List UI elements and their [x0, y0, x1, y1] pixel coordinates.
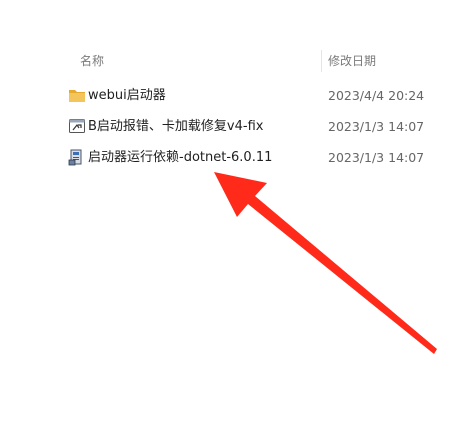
- file-name: B启动报错、卡加载修复v4-fix: [88, 119, 264, 134]
- file-row-fix-shortcut[interactable]: B启动报错、卡加载修复v4-fix 2023/1/3 14:07: [60, 113, 460, 141]
- file-row-webui-launcher[interactable]: webui启动器 2023/4/4 20:24: [60, 82, 460, 110]
- file-date-modified: 2023/1/3 14:07: [328, 119, 425, 134]
- file-row-dotnet-installer[interactable]: 启动器运行依赖-dotnet-6.0.11 2023/1/3 14:07: [60, 144, 460, 172]
- column-header-date-modified[interactable]: 修改日期: [328, 54, 376, 68]
- column-header-name[interactable]: 名称: [80, 54, 104, 68]
- file-date-modified: 2023/1/3 14:07: [328, 150, 425, 165]
- folder-icon: [68, 86, 86, 104]
- file-name: 启动器运行依赖-dotnet-6.0.11: [88, 150, 273, 165]
- file-name: webui启动器: [88, 88, 166, 103]
- column-divider[interactable]: [321, 50, 322, 72]
- file-date-modified: 2023/4/4 20:24: [328, 88, 425, 103]
- column-header-row: 名称 修改日期: [0, 48, 465, 74]
- shortcut-icon: [68, 117, 86, 135]
- file-explorer-window: 名称 修改日期 webui启动器 2023/4/4 20:24 B启动报错、卡加…: [0, 0, 465, 434]
- installer-icon: [68, 148, 86, 166]
